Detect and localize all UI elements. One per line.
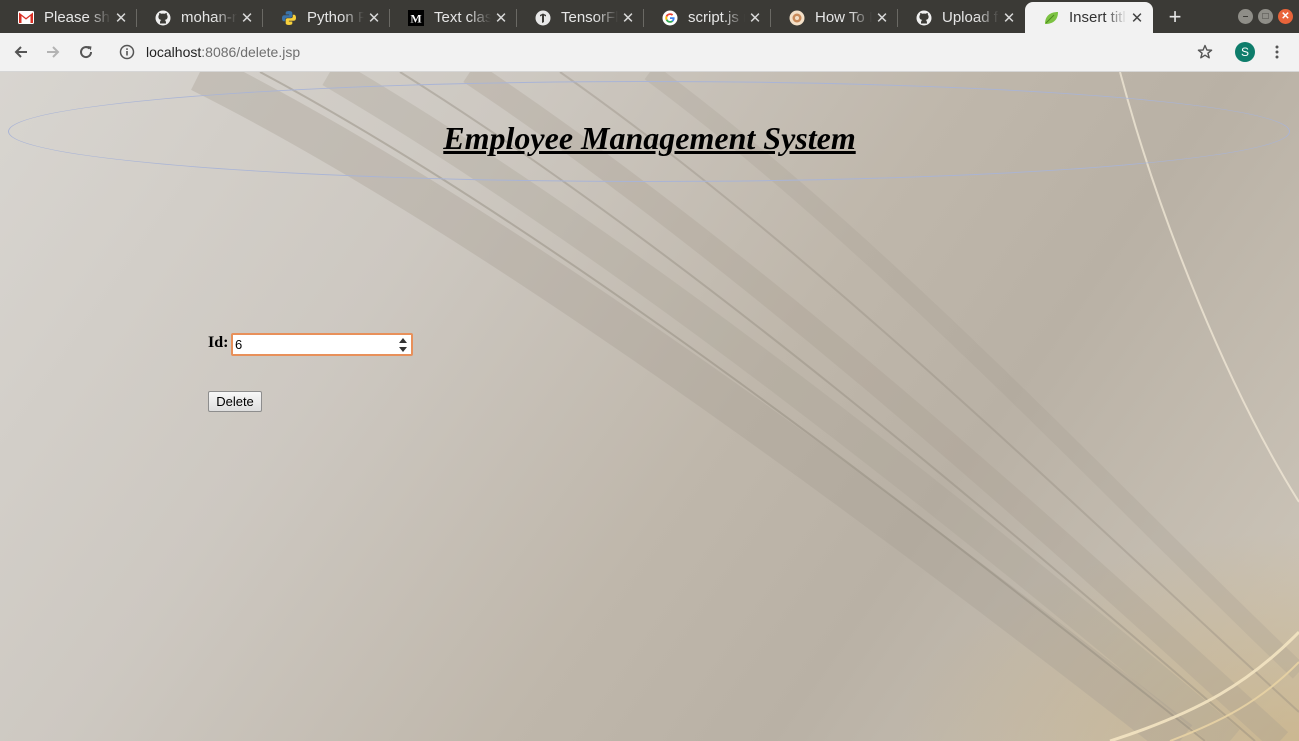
close-icon[interactable]: ✕ (872, 9, 892, 27)
gmail-icon (18, 10, 34, 26)
tab-insert-title[interactable]: Insert titl ✕ (1025, 2, 1153, 33)
reload-button[interactable] (73, 39, 99, 65)
github-icon (155, 10, 171, 26)
tab-title: Upload fil (942, 9, 999, 26)
more-vert-icon (1275, 45, 1279, 59)
number-spinner[interactable] (398, 338, 407, 352)
tab-python[interactable]: Python P ✕ (263, 2, 390, 33)
forward-button[interactable] (40, 39, 66, 65)
page-content: Employee Management System Id: Delete (0, 72, 1299, 741)
minimize-button[interactable]: – (1238, 9, 1253, 24)
tab-strip: Please sh ✕ mohan-m ✕ Python P ✕ M Text … (0, 0, 1299, 33)
arrow-left-icon (14, 46, 27, 58)
leaf-icon (1043, 10, 1059, 26)
back-button[interactable] (8, 39, 34, 65)
arrow-right-icon (47, 46, 60, 58)
tab-title: mohan-m (181, 9, 237, 26)
close-icon[interactable]: ✕ (491, 9, 511, 27)
svg-text:M: M (410, 11, 421, 25)
spin-down-icon[interactable] (398, 347, 407, 352)
tab-title: TensorFlo (561, 9, 618, 26)
menu-button[interactable] (1264, 39, 1290, 65)
url-text: localhost:8086/delete.jsp (146, 44, 300, 60)
window-close-button[interactable]: ✕ (1278, 9, 1293, 24)
id-label: Id: (208, 334, 229, 351)
medium-icon: M (408, 9, 424, 26)
spin-up-icon[interactable] (398, 338, 407, 343)
close-icon[interactable]: ✕ (111, 9, 131, 27)
tab-title: Text class (434, 9, 491, 26)
url-path: :8086/delete.jsp (201, 44, 301, 60)
tensorflow-icon (535, 10, 551, 26)
tab-title: Python P (307, 9, 364, 26)
github-icon (916, 10, 932, 26)
maximize-button[interactable]: □ (1258, 9, 1273, 24)
page-title: Employee Management System (443, 120, 856, 156)
profile-avatar[interactable]: S (1235, 42, 1255, 62)
tab-medium[interactable]: M Text class ✕ (390, 2, 517, 33)
close-icon[interactable]: ✕ (237, 9, 257, 27)
new-tab-button[interactable]: + (1163, 4, 1187, 30)
close-icon[interactable]: ✕ (999, 9, 1019, 27)
tab-gmail[interactable]: Please sh ✕ (0, 2, 137, 33)
browser-toolbar: localhost:8086/delete.jsp S (0, 33, 1299, 72)
tab-tensorflow[interactable]: TensorFlo ✕ (517, 2, 644, 33)
tab-title: script.js r (688, 9, 745, 26)
address-bar[interactable]: localhost:8086/delete.jsp (112, 37, 1222, 67)
url-host: localhost (146, 44, 202, 60)
info-icon[interactable] (118, 43, 136, 61)
close-icon[interactable]: ✕ (1127, 9, 1147, 27)
tab-github[interactable]: mohan-m ✕ (137, 2, 263, 33)
tab-title: Insert titl (1069, 9, 1127, 26)
tab-how-to[interactable]: How To In ✕ (771, 2, 898, 33)
python-icon (281, 10, 297, 26)
tab-google[interactable]: script.js r ✕ (644, 2, 771, 33)
google-icon (662, 10, 678, 26)
bookmark-button[interactable] (1192, 39, 1218, 65)
tab-upload-github[interactable]: Upload fil ✕ (898, 2, 1025, 33)
tab-title: Please sh (44, 9, 111, 26)
close-icon[interactable]: ✕ (618, 9, 638, 27)
reload-icon (80, 46, 93, 59)
tab-title: How To In (815, 9, 872, 26)
close-icon[interactable]: ✕ (364, 9, 384, 27)
site-icon (789, 10, 805, 26)
id-field[interactable] (231, 333, 413, 356)
id-input[interactable] (233, 335, 385, 354)
close-icon[interactable]: ✕ (745, 9, 765, 27)
star-icon (1197, 44, 1213, 59)
delete-button[interactable]: Delete (208, 391, 262, 412)
